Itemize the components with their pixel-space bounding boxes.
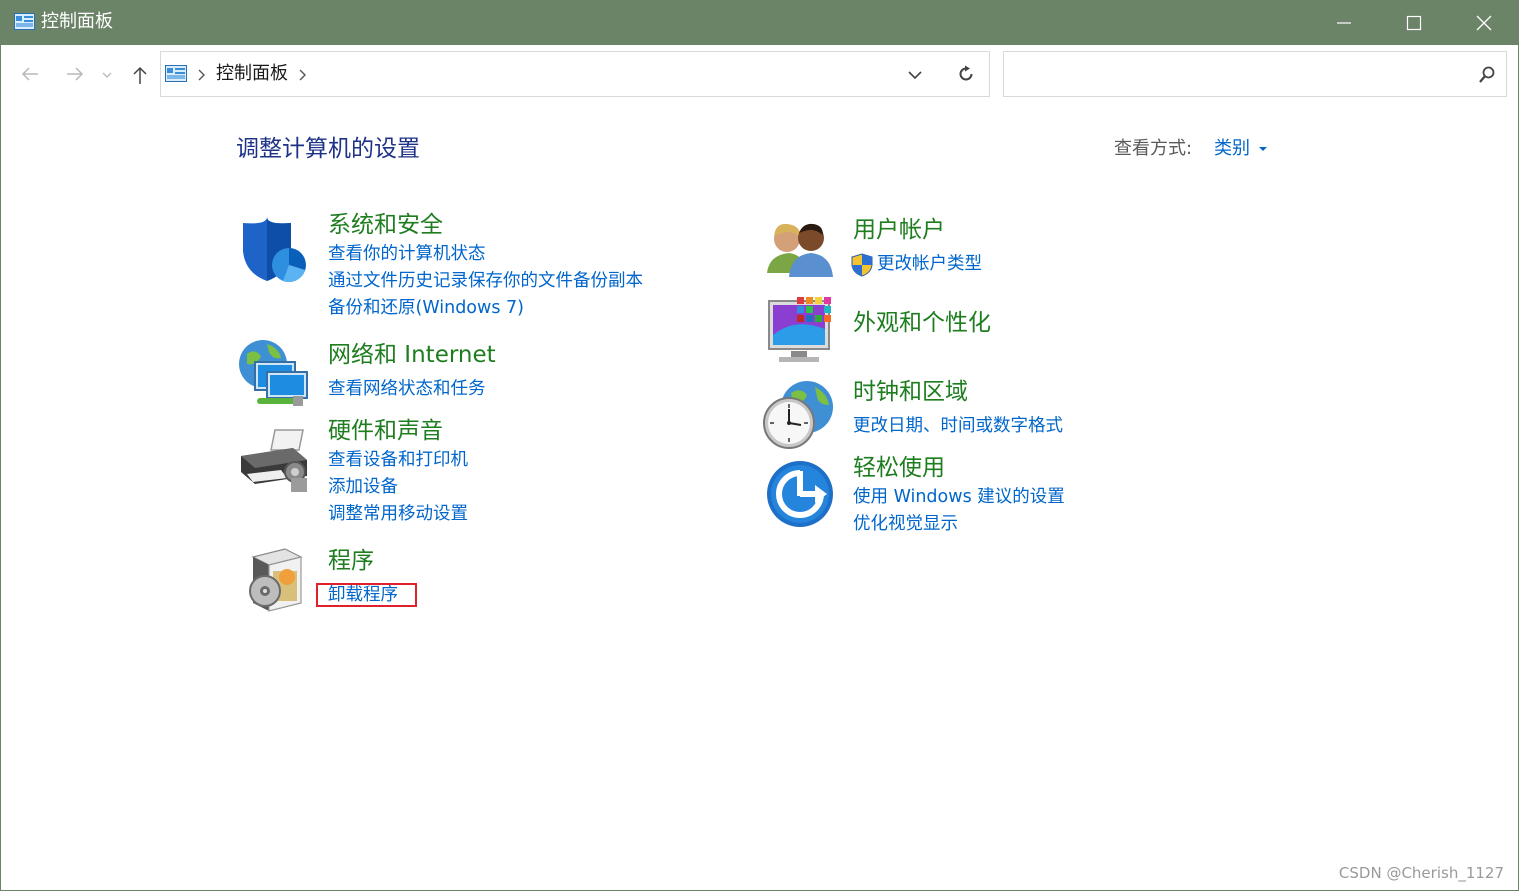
recent-locations-button[interactable] xyxy=(97,59,117,89)
network-globe-icon[interactable] xyxy=(237,338,311,410)
page-title: 调整计算机的设置 xyxy=(236,136,420,162)
link-add-device[interactable]: 添加设备 xyxy=(328,476,398,498)
minimize-icon xyxy=(1337,22,1351,24)
category-system-security-title[interactable]: 系统和安全 xyxy=(328,211,443,239)
address-dropdown-icon[interactable] xyxy=(907,70,923,80)
view-by-label: 查看方式: xyxy=(1114,138,1193,159)
control-panel-icon xyxy=(14,13,35,30)
printer-icon[interactable] xyxy=(237,426,311,496)
control-panel-location-icon xyxy=(165,65,187,82)
link-file-history-backup[interactable]: 通过文件历史记录保存你的文件备份副本 xyxy=(328,270,643,292)
refresh-icon xyxy=(959,65,973,81)
link-optimize-visual-display[interactable]: 优化视觉显示 xyxy=(853,513,958,535)
search-box[interactable] xyxy=(1003,51,1507,97)
category-clock-region-title[interactable]: 时钟和区域 xyxy=(853,378,968,406)
link-windows-suggested-settings[interactable]: 使用 Windows 建议的设置 xyxy=(853,486,1065,508)
link-view-network-status[interactable]: 查看网络状态和任务 xyxy=(328,378,486,400)
category-programs-title[interactable]: 程序 xyxy=(328,547,374,575)
search-input[interactable] xyxy=(1012,60,1466,88)
minimize-button[interactable] xyxy=(1309,1,1379,45)
arrow-up-icon xyxy=(133,66,147,84)
monitor-palette-icon[interactable] xyxy=(765,295,837,365)
link-change-date-time-format[interactable]: 更改日期、时间或数字格式 xyxy=(853,415,1063,437)
watermark: CSDN @Cherish_1127 xyxy=(1338,864,1504,882)
up-button[interactable] xyxy=(125,59,155,89)
search-icon[interactable] xyxy=(1478,66,1496,84)
address-bar[interactable]: 控制面板 xyxy=(160,51,942,97)
link-change-account-type[interactable]: 更改帐户类型 xyxy=(877,253,982,275)
category-appearance-title[interactable]: 外观和个性化 xyxy=(853,309,991,337)
arrow-left-icon xyxy=(21,67,38,81)
maximize-icon xyxy=(1406,15,1422,31)
ease-of-access-icon[interactable] xyxy=(765,459,835,529)
arrow-right-icon xyxy=(67,67,84,81)
refresh-button[interactable] xyxy=(941,51,990,97)
clock-globe-icon[interactable] xyxy=(761,379,835,451)
caret-down-icon[interactable] xyxy=(1258,146,1268,152)
breadcrumb-chevron-icon xyxy=(198,69,205,81)
link-view-computer-status[interactable]: 查看你的计算机状态 xyxy=(328,243,486,265)
link-view-devices-printers[interactable]: 查看设备和打印机 xyxy=(328,449,468,471)
breadcrumb-chevron-icon[interactable] xyxy=(298,69,308,81)
view-by-dropdown[interactable]: 类别 xyxy=(1214,138,1250,160)
users-icon[interactable] xyxy=(765,221,835,279)
control-panel-window: 控制面板 控制面板 调整计算机的设置 查看方式: 类别 系统和安全 查看你的计算… xyxy=(0,0,1519,891)
close-icon xyxy=(1476,15,1492,31)
link-backup-restore[interactable]: 备份和还原(Windows 7) xyxy=(328,297,524,319)
chevron-down-icon xyxy=(102,72,112,78)
uac-shield-icon xyxy=(851,253,873,277)
close-button[interactable] xyxy=(1449,1,1518,45)
highlight-box xyxy=(316,583,417,607)
category-ease-of-access-title[interactable]: 轻松使用 xyxy=(853,454,945,482)
maximize-button[interactable] xyxy=(1379,1,1449,45)
back-button[interactable] xyxy=(15,59,45,89)
shield-icon[interactable] xyxy=(239,215,311,287)
category-network-internet-title[interactable]: 网络和 Internet xyxy=(328,341,496,369)
link-mobility-settings[interactable]: 调整常用移动设置 xyxy=(328,503,468,525)
window-title: 控制面板 xyxy=(41,11,113,32)
programs-disc-icon[interactable] xyxy=(245,547,307,615)
category-user-accounts-title[interactable]: 用户帐户 xyxy=(853,216,945,244)
category-hardware-sound-title[interactable]: 硬件和声音 xyxy=(328,417,443,445)
breadcrumb-control-panel[interactable]: 控制面板 xyxy=(216,63,288,85)
title-bar: 控制面板 xyxy=(1,1,1518,45)
forward-button[interactable] xyxy=(60,59,90,89)
